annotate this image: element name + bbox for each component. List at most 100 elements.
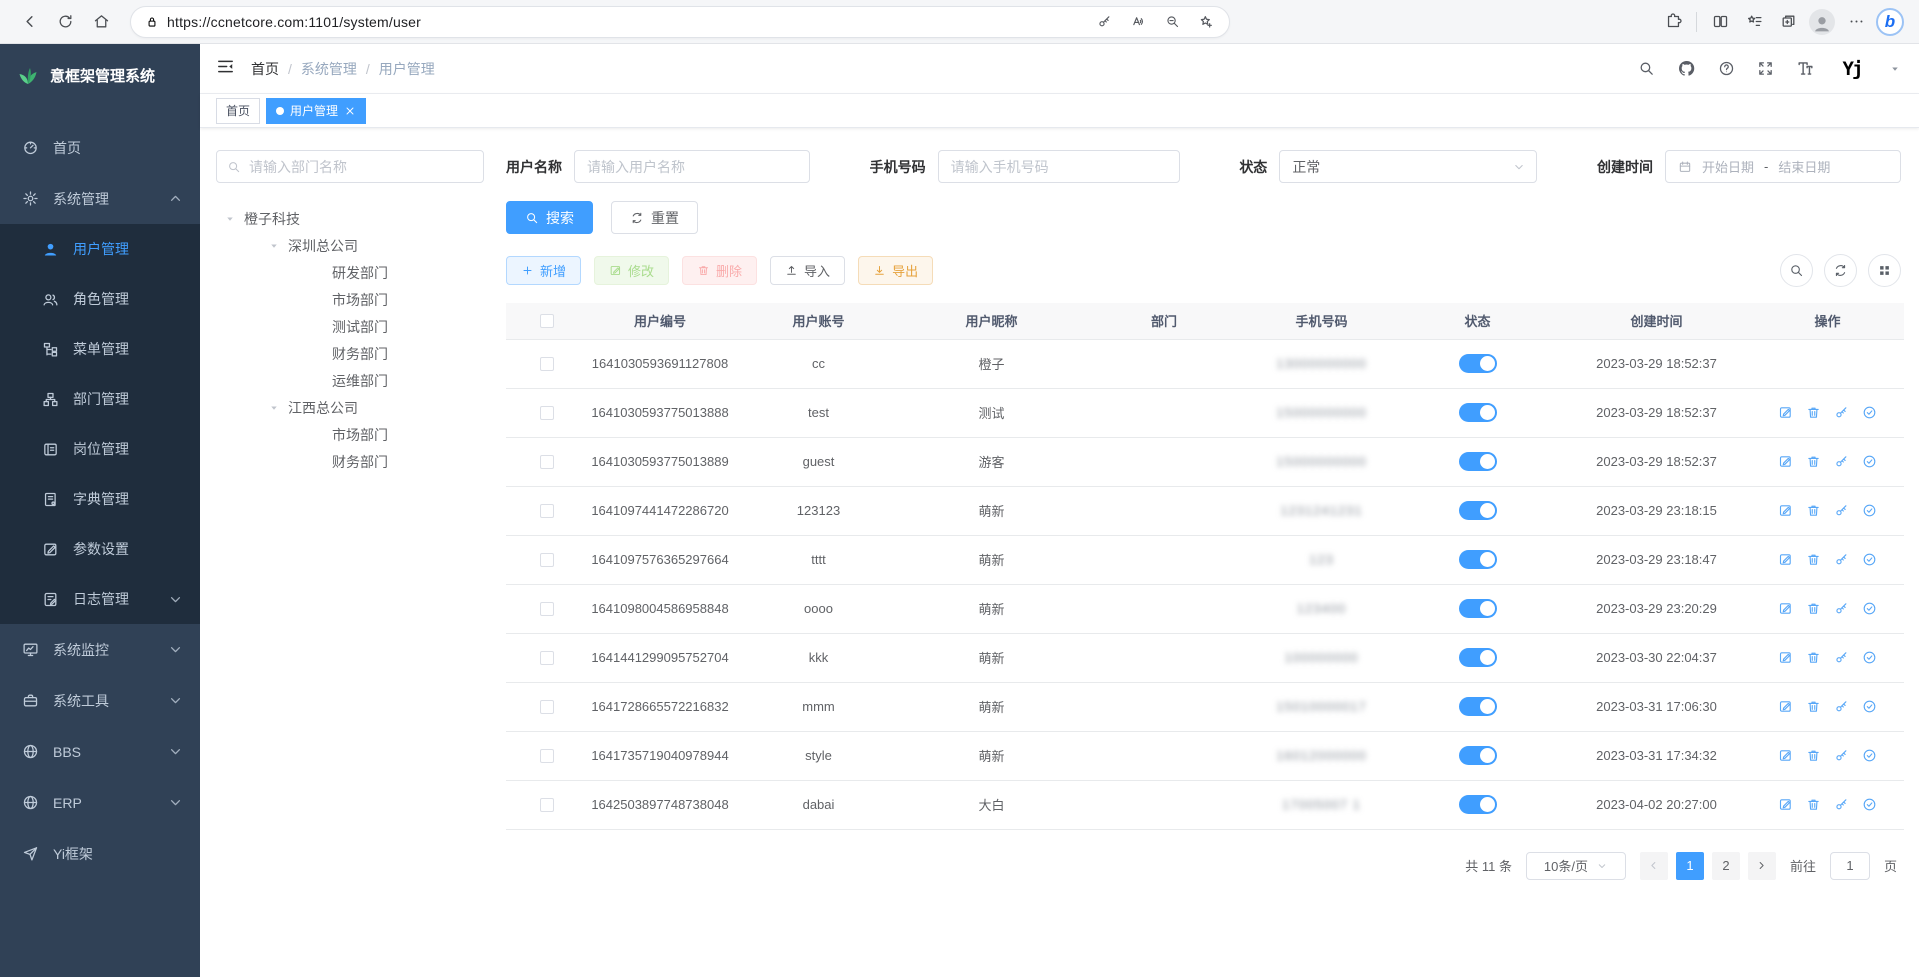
refresh-table-button[interactable]: [1824, 254, 1857, 287]
tree-node[interactable]: 深圳总公司: [216, 232, 484, 259]
key-icon[interactable]: [1834, 748, 1849, 763]
app-logo[interactable]: 意框架管理系统: [0, 44, 200, 106]
edit-icon[interactable]: [1778, 748, 1793, 763]
edit-icon[interactable]: [1778, 699, 1793, 714]
edit-icon[interactable]: [1778, 797, 1793, 812]
github-icon[interactable]: [1677, 59, 1696, 78]
phone-input[interactable]: [938, 150, 1180, 183]
status-toggle[interactable]: [1459, 452, 1497, 471]
tree-node[interactable]: 江西总公司: [216, 394, 484, 421]
trash-icon[interactable]: [1806, 552, 1821, 567]
close-icon[interactable]: [344, 105, 356, 117]
add-button[interactable]: 新增: [506, 256, 581, 285]
check-circle-icon[interactable]: [1862, 552, 1877, 567]
key-icon[interactable]: [1834, 552, 1849, 567]
sidebar-item-dict-mgmt[interactable]: 字典管理: [0, 474, 200, 524]
browser-reload-button[interactable]: [50, 7, 80, 37]
help-icon[interactable]: [1718, 60, 1735, 77]
password-key-icon[interactable]: [1091, 9, 1117, 35]
key-icon[interactable]: [1834, 503, 1849, 518]
extensions-icon[interactable]: [1658, 7, 1688, 37]
prev-page-button[interactable]: [1640, 852, 1668, 880]
trash-icon[interactable]: [1806, 650, 1821, 665]
sidebar-item-dept-mgmt[interactable]: 部门管理: [0, 374, 200, 424]
toggle-search-button[interactable]: [1780, 254, 1813, 287]
column-settings-button[interactable]: [1868, 254, 1901, 287]
next-page-button[interactable]: [1748, 852, 1776, 880]
tree-node[interactable]: 测试部门: [216, 313, 484, 340]
favorites-bar-icon[interactable]: [1739, 7, 1769, 37]
caret-down-icon[interactable]: [268, 240, 280, 252]
row-checkbox[interactable]: [540, 455, 554, 469]
sidebar-collapse-icon[interactable]: [216, 57, 235, 81]
username-input[interactable]: [574, 150, 810, 183]
browser-home-button[interactable]: [86, 7, 116, 37]
trash-icon[interactable]: [1806, 405, 1821, 420]
page-size-select[interactable]: 10条/页: [1526, 852, 1626, 880]
sidebar-item-post-mgmt[interactable]: 岗位管理: [0, 424, 200, 474]
font-size-icon[interactable]: [1796, 59, 1815, 78]
read-aloud-icon[interactable]: [1125, 9, 1151, 35]
key-icon[interactable]: [1834, 601, 1849, 616]
row-checkbox[interactable]: [540, 700, 554, 714]
sidebar-item-role-mgmt[interactable]: 角色管理: [0, 274, 200, 324]
zoom-out-icon[interactable]: [1159, 9, 1185, 35]
collections-icon[interactable]: [1773, 7, 1803, 37]
status-toggle[interactable]: [1459, 354, 1497, 373]
status-toggle[interactable]: [1459, 599, 1497, 618]
trash-icon[interactable]: [1806, 454, 1821, 469]
sidebar-item-menu-mgmt[interactable]: 菜单管理: [0, 324, 200, 374]
sidebar-item-param-setting[interactable]: 参数设置: [0, 524, 200, 574]
tag-active[interactable]: 用户管理: [266, 98, 366, 124]
trash-icon[interactable]: [1806, 503, 1821, 518]
check-circle-icon[interactable]: [1862, 454, 1877, 469]
status-toggle[interactable]: [1459, 795, 1497, 814]
trash-icon[interactable]: [1806, 797, 1821, 812]
bing-copilot-icon[interactable]: b: [1875, 7, 1905, 37]
key-icon[interactable]: [1834, 797, 1849, 812]
status-select[interactable]: 正常: [1279, 150, 1537, 183]
trash-icon[interactable]: [1806, 699, 1821, 714]
address-bar[interactable]: https://ccnetcore.com:1101/system/user: [130, 6, 1230, 38]
check-circle-icon[interactable]: [1862, 405, 1877, 420]
tree-node[interactable]: 研发部门: [216, 259, 484, 286]
sidebar-item-bbs[interactable]: BBS: [0, 726, 200, 777]
sidebar-item-home[interactable]: 首页: [0, 122, 200, 173]
edit-icon[interactable]: [1778, 503, 1793, 518]
url-text[interactable]: https://ccnetcore.com:1101/system/user: [167, 14, 1083, 30]
sidebar-item-log-mgmt[interactable]: 日志管理: [0, 574, 200, 624]
tree-node[interactable]: 财务部门: [216, 340, 484, 367]
row-checkbox[interactable]: [540, 406, 554, 420]
search-button[interactable]: 搜索: [506, 201, 593, 234]
status-toggle[interactable]: [1459, 550, 1497, 569]
row-checkbox[interactable]: [540, 553, 554, 567]
key-icon[interactable]: [1834, 454, 1849, 469]
row-checkbox[interactable]: [540, 602, 554, 616]
key-icon[interactable]: [1834, 405, 1849, 420]
row-checkbox[interactable]: [540, 749, 554, 763]
status-toggle[interactable]: [1459, 648, 1497, 667]
row-checkbox[interactable]: [540, 651, 554, 665]
goto-page-input[interactable]: [1830, 852, 1870, 880]
tree-node[interactable]: 财务部门: [216, 448, 484, 475]
status-toggle[interactable]: [1459, 501, 1497, 520]
avatar-caret-down-icon[interactable]: [1889, 63, 1901, 75]
tree-node[interactable]: 橙子科技: [216, 205, 484, 232]
key-icon[interactable]: [1834, 699, 1849, 714]
import-button[interactable]: 导入: [770, 256, 845, 285]
tree-node[interactable]: 运维部门: [216, 367, 484, 394]
edit-icon[interactable]: [1778, 601, 1793, 616]
status-toggle[interactable]: [1459, 403, 1497, 422]
row-checkbox[interactable]: [540, 504, 554, 518]
check-circle-icon[interactable]: [1862, 748, 1877, 763]
check-circle-icon[interactable]: [1862, 650, 1877, 665]
key-icon[interactable]: [1834, 650, 1849, 665]
check-circle-icon[interactable]: [1862, 601, 1877, 616]
page-button-1[interactable]: 1: [1676, 852, 1704, 880]
delete-button[interactable]: 删除: [682, 256, 757, 285]
sidebar-item-system-mgmt[interactable]: 系统管理: [0, 173, 200, 224]
select-all-checkbox[interactable]: [540, 314, 554, 328]
edit-icon[interactable]: [1778, 454, 1793, 469]
browser-menu-icon[interactable]: [1841, 7, 1871, 37]
header-search-icon[interactable]: [1638, 60, 1655, 77]
